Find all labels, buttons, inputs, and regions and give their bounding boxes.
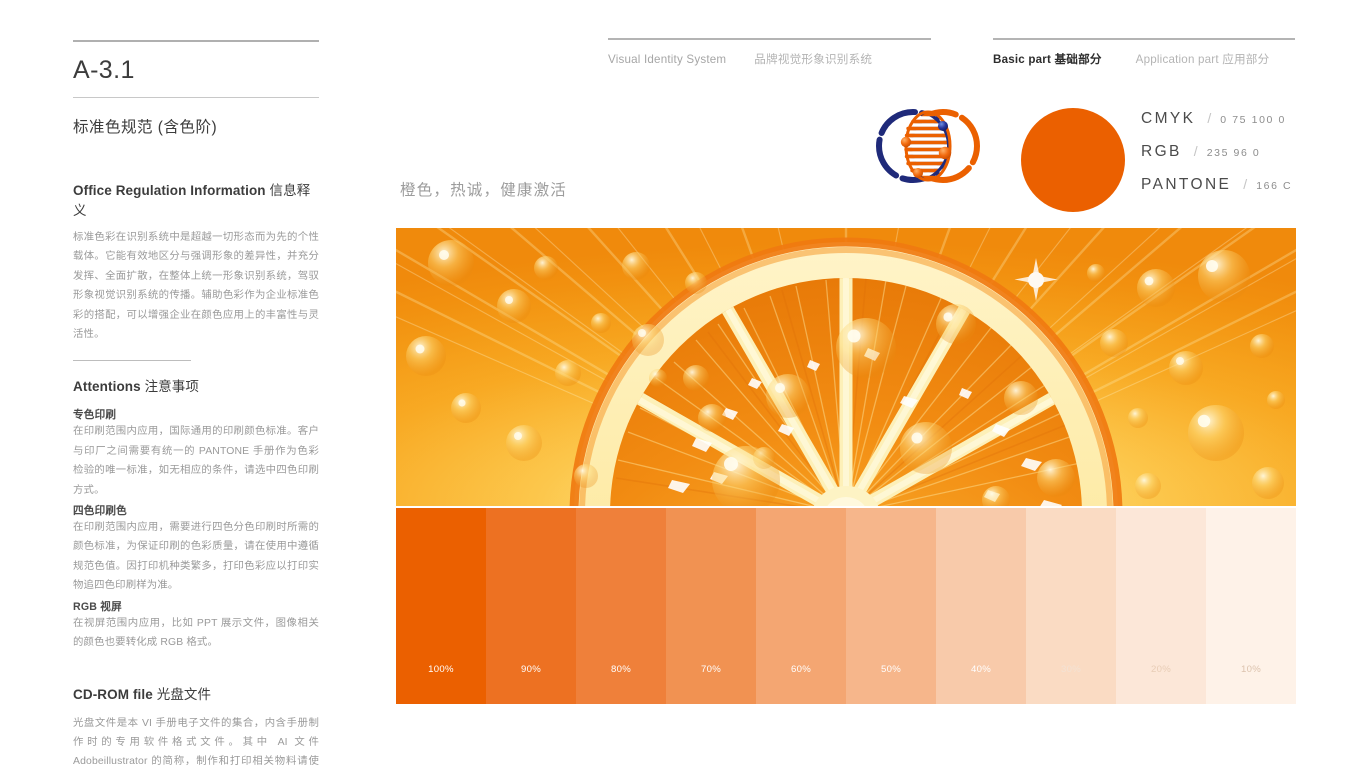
spec-separator: / xyxy=(1243,176,1248,192)
cdrom-section: CD-ROM file 光盘文件 光盘文件是本 VI 手册电子文件的集合，内含手… xyxy=(73,683,319,768)
orange-slice-illustration xyxy=(396,228,1296,506)
attentions-section: Attentions 注意事项 专色印刷 在印刷范围内应用，国际通用的印刷颜色标… xyxy=(73,375,319,652)
brand-logo xyxy=(857,103,999,189)
tint-swatch-30[interactable]: 30% xyxy=(1026,508,1116,704)
tint-label: 100% xyxy=(428,664,454,675)
nav-item-application-part-en: Application part xyxy=(1135,53,1219,66)
tint-swatch-100[interactable]: 100% xyxy=(396,508,486,704)
cdrom-heading: CD-ROM file 光盘文件 xyxy=(73,683,319,703)
left-sidebar: A-3.1 标准色规范 (含色阶) Office Regulation Info… xyxy=(73,40,319,768)
attention-title: 四色印刷色 xyxy=(73,505,127,518)
tint-swatch-10[interactable]: 10% xyxy=(1206,508,1296,704)
tint-swatch-50[interactable]: 50% xyxy=(846,508,936,704)
tint-swatch-40[interactable]: 40% xyxy=(936,508,1026,704)
info-body: 标准色彩在识别系统中是超越一切形态而为先的个性载体。它能有效地区分与强调形象的差… xyxy=(73,232,319,341)
accent-dot-navy xyxy=(938,121,948,131)
info-heading: Office Regulation Information 信息释义 xyxy=(73,179,319,219)
page-title: 标准色规范 (含色阶) xyxy=(73,119,218,136)
tagline: 橙色，热诚，健康激活 xyxy=(400,182,568,199)
tint-label: 90% xyxy=(520,664,542,675)
spec-value-cmyk: 0 75 100 0 xyxy=(1220,114,1286,126)
accent-dot-orange xyxy=(938,146,952,160)
color-spec-row-cmyk: CMYK / 0 75 100 0 xyxy=(1141,110,1366,143)
accent-dot-orange xyxy=(900,136,912,148)
attention-body: 在视屏范围内应用，比如 PPT 展示文件，图像相关的颜色也要转化成 RGB 格式… xyxy=(73,617,319,649)
nav-rule xyxy=(608,38,931,40)
tint-swatch-90[interactable]: 90% xyxy=(486,508,576,704)
nav-item-application-part[interactable]: Application part 应用部分 xyxy=(1136,51,1270,67)
attention-body: 在印刷范围内应用，国际通用的印刷颜色标准。客户与印厂之间需要有统一的 PANTO… xyxy=(73,426,319,496)
tint-swatch-20[interactable]: 20% xyxy=(1116,508,1206,704)
color-spec-row-rgb: RGB / 235 96 0 xyxy=(1141,143,1366,176)
attention-item: RGB 视屏 在视屏范围内应用，比如 PPT 展示文件，图像相关的颜色也要转化成… xyxy=(73,599,319,653)
tint-label: 40% xyxy=(970,664,992,675)
top-rule xyxy=(73,40,319,42)
tint-swatch-70[interactable]: 70% xyxy=(666,508,756,704)
color-spec-list: CMYK / 0 75 100 0 RGB / 235 96 0 PANTONE… xyxy=(1141,110,1366,209)
nav-group-system: Visual Identity System 品牌视觉形象识别系统 xyxy=(608,38,931,67)
page-code-underline xyxy=(73,97,319,98)
spec-key-cmyk: CMYK xyxy=(1141,110,1196,127)
tint-swatch-80[interactable]: 80% xyxy=(576,508,666,704)
tint-label: 30% xyxy=(1060,664,1082,675)
tint-label: 70% xyxy=(700,664,722,675)
tint-label: 50% xyxy=(880,664,902,675)
color-spec-row-pantone: PANTONE / 166 C xyxy=(1141,176,1366,209)
attention-body: 在印刷范围内应用，需要进行四色分色印刷时所需的颜色标准，为保证印刷的色彩质量，请… xyxy=(73,522,319,592)
hero-image-orange-slice xyxy=(396,228,1296,506)
cdrom-body: 光盘文件是本 VI 手册电子文件的集合，内含手册制作时的专用软件格式文件。其中 … xyxy=(73,717,319,768)
spec-key-rgb: RGB xyxy=(1141,143,1182,160)
tint-label: 80% xyxy=(610,664,632,675)
tint-label: 60% xyxy=(790,664,812,675)
nav-item-basic-part-en: Basic part xyxy=(993,53,1052,66)
attention-title: 专色印刷 xyxy=(73,409,117,422)
cdrom-heading-cn: 光盘文件 xyxy=(156,686,212,702)
nav-item-basic-part[interactable]: Basic part 基础部分 xyxy=(993,51,1102,67)
info-section: Office Regulation Information 信息释义 标准色彩在… xyxy=(73,179,319,344)
nav-item-basic-part-cn: 基础部分 xyxy=(1054,53,1102,66)
attention-title: RGB 视屏 xyxy=(73,600,122,613)
page-code: A-3.1 xyxy=(73,56,135,84)
overlapping-circles-dna-icon xyxy=(876,109,980,183)
nav-item-visual-identity-system[interactable]: Visual Identity System xyxy=(608,53,726,66)
spec-separator: / xyxy=(1207,110,1212,126)
spec-separator: / xyxy=(1193,143,1198,159)
section-divider xyxy=(73,360,191,362)
accent-dot-orange xyxy=(913,168,923,178)
attentions-heading-en: Attentions xyxy=(73,379,141,395)
spec-value-rgb: 235 96 0 xyxy=(1206,147,1261,159)
attentions-heading: Attentions 注意事项 xyxy=(73,375,319,395)
cdrom-heading-en: CD-ROM file xyxy=(73,686,153,702)
tint-scale-strip: 100% 90% 80% 70% 60% 50% 40% 30% 20% 10% xyxy=(396,508,1296,704)
nav-item-application-part-cn: 应用部分 xyxy=(1222,53,1270,66)
primary-color-swatch xyxy=(1021,108,1125,212)
spec-key-pantone: PANTONE xyxy=(1141,176,1232,193)
tint-label: 20% xyxy=(1150,664,1172,675)
tint-swatch-60[interactable]: 60% xyxy=(756,508,846,704)
brand-guideline-page: A-3.1 标准色规范 (含色阶) Office Regulation Info… xyxy=(0,0,1366,768)
nav-item-visual-identity-system-cn[interactable]: 品牌视觉形象识别系统 xyxy=(754,51,872,67)
attentions-heading-cn: 注意事项 xyxy=(144,379,200,395)
spec-value-pantone: 166 C xyxy=(1256,180,1293,192)
nav-rule xyxy=(993,38,1295,40)
nav-group-parts: Basic part 基础部分 Application part 应用部分 xyxy=(993,38,1295,67)
attention-item: 专色印刷 在印刷范围内应用，国际通用的印刷颜色标准。客户与印厂之间需要有统一的 … xyxy=(73,407,319,500)
info-heading-en: Office Regulation Information xyxy=(73,183,266,198)
tint-label: 10% xyxy=(1240,664,1262,675)
attention-item: 四色印刷色 在印刷范围内应用，需要进行四色分色印刷时所需的颜色标准，为保证印刷的… xyxy=(73,503,319,596)
